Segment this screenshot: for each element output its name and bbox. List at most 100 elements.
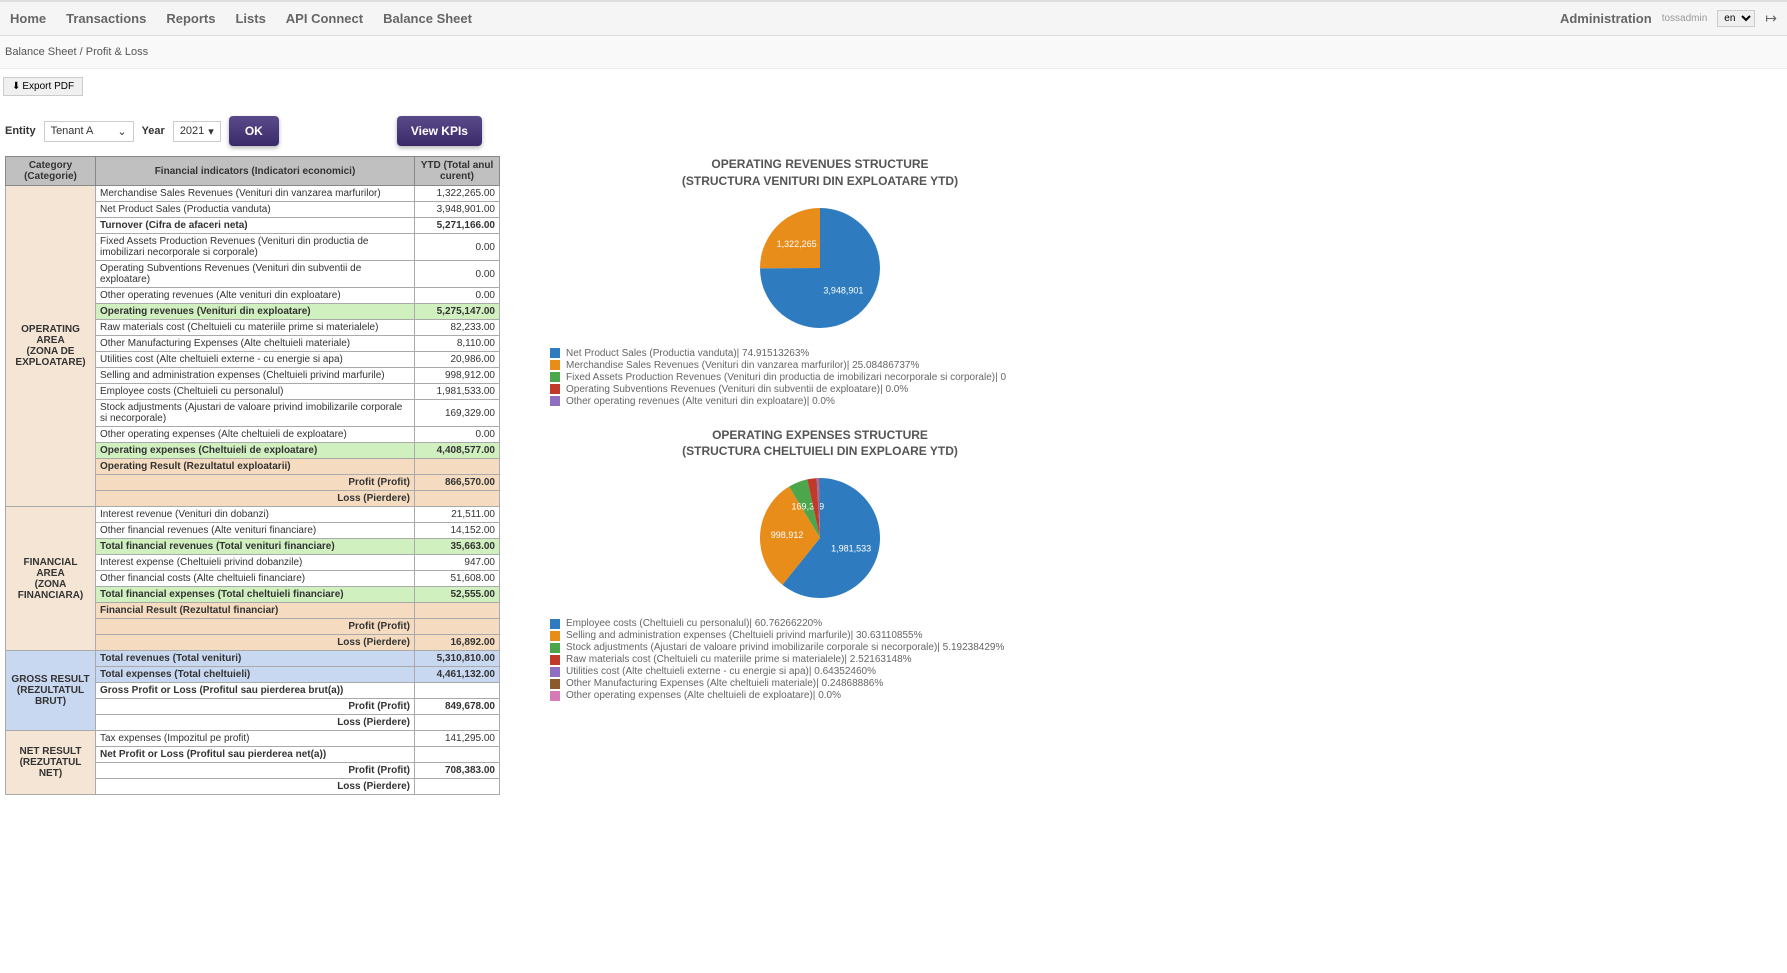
value-cell: 3,948,901.00 bbox=[415, 202, 500, 218]
legend-item: Merchandise Sales Revenues (Venituri din… bbox=[550, 360, 1100, 371]
svg-text:998,912: 998,912 bbox=[771, 530, 804, 540]
nav-links: Home Transactions Reports Lists API Connect B… bbox=[10, 11, 472, 26]
indicator-cell: Utilities cost (Alte cheltuieli externe … bbox=[96, 352, 415, 368]
lang-select[interactable]: en bbox=[1717, 10, 1755, 27]
legend-label: Net Product Sales (Productia vanduta)| 7… bbox=[566, 348, 809, 359]
svg-text:1,322,265: 1,322,265 bbox=[777, 239, 817, 249]
nav-reports[interactable]: Reports bbox=[166, 11, 215, 26]
legend-item: Fixed Assets Production Revenues (Venitu… bbox=[550, 372, 1100, 383]
indicator-cell: Profit (Profit) bbox=[96, 619, 415, 635]
indicator-cell: Financial Result (Rezultatul financiar) bbox=[96, 603, 415, 619]
pie-chart: 3,948,901 1,322,265 bbox=[540, 198, 1100, 338]
value-cell: 1,981,533.00 bbox=[415, 384, 500, 400]
export-pdf-button[interactable]: ⬇Export PDF bbox=[3, 77, 83, 96]
value-cell bbox=[415, 683, 500, 699]
legend-label: Employee costs (Cheltuieli cu personalul… bbox=[566, 618, 822, 629]
value-cell: 0.00 bbox=[415, 288, 500, 304]
value-cell: 0.00 bbox=[415, 234, 500, 261]
value-cell: 141,295.00 bbox=[415, 731, 500, 747]
chevron-down-icon: ⌄ bbox=[117, 125, 126, 138]
pie-chart: 1,981,533998,912169,329 bbox=[540, 468, 1100, 608]
value-cell: 866,570.00 bbox=[415, 475, 500, 491]
breadcrumb-current: Profit & Loss bbox=[86, 46, 148, 58]
legend-label: Merchandise Sales Revenues (Venituri din… bbox=[566, 360, 919, 371]
indicator-cell: Interest revenue (Venituri din dobanzi) bbox=[96, 507, 415, 523]
indicator-cell: Loss (Pierdere) bbox=[96, 491, 415, 507]
legend-swatch bbox=[550, 655, 560, 665]
year-select[interactable]: 2021▾ bbox=[173, 121, 221, 142]
legend-label: Fixed Assets Production Revenues (Venitu… bbox=[566, 372, 1006, 383]
legend-item: Selling and administration expenses (Che… bbox=[550, 630, 1100, 641]
indicator-cell: Net Product Sales (Productia vanduta) bbox=[96, 202, 415, 218]
value-cell: 998,912.00 bbox=[415, 368, 500, 384]
breadcrumb-balance-sheet[interactable]: Balance Sheet bbox=[5, 46, 77, 58]
value-cell: 52,555.00 bbox=[415, 587, 500, 603]
value-cell: 51,608.00 bbox=[415, 571, 500, 587]
user-label: tossadmin bbox=[1662, 13, 1708, 24]
value-cell: 4,408,577.00 bbox=[415, 443, 500, 459]
legend-swatch bbox=[550, 619, 560, 629]
chart-block: OPERATING EXPENSES STRUCTURE(STRUCTURA C… bbox=[540, 427, 1100, 702]
value-cell: 947.00 bbox=[415, 555, 500, 571]
value-cell: 21,511.00 bbox=[415, 507, 500, 523]
legend-swatch bbox=[550, 348, 560, 358]
entity-label: Entity bbox=[5, 125, 36, 137]
nav-home[interactable]: Home bbox=[10, 11, 46, 26]
legend-item: Employee costs (Cheltuieli cu personalul… bbox=[550, 618, 1100, 629]
svg-text:3,948,901: 3,948,901 bbox=[823, 285, 863, 295]
entity-select[interactable]: Tenant A⌄ bbox=[44, 121, 134, 142]
nav-api-connect[interactable]: API Connect bbox=[286, 11, 363, 26]
indicator-cell: Turnover (Cifra de afaceri neta) bbox=[96, 218, 415, 234]
ok-button[interactable]: OK bbox=[229, 116, 279, 146]
view-kpis-button[interactable]: View KPIs bbox=[397, 116, 482, 146]
value-cell bbox=[415, 459, 500, 475]
indicator-cell: Loss (Pierdere) bbox=[96, 715, 415, 731]
indicator-cell: Loss (Pierdere) bbox=[96, 779, 415, 795]
table-row: OPERATING AREA(ZONA DE EXPLOATARE)Mercha… bbox=[6, 186, 500, 202]
nav-lists[interactable]: Lists bbox=[235, 11, 265, 26]
legend-item: Other Manufacturing Expenses (Alte chelt… bbox=[550, 678, 1100, 689]
indicator-cell: Selling and administration expenses (Che… bbox=[96, 368, 415, 384]
category-cell: NET RESULT(REZUTATUL NET) bbox=[6, 731, 96, 795]
legend-swatch bbox=[550, 643, 560, 653]
value-cell bbox=[415, 619, 500, 635]
nav-balance-sheet[interactable]: Balance Sheet bbox=[383, 11, 472, 26]
legend-label: Other operating expenses (Alte cheltuiel… bbox=[566, 690, 841, 701]
chart-title: OPERATING REVENUES STRUCTURE(STRUCTURA V… bbox=[540, 156, 1100, 190]
value-cell: 14,152.00 bbox=[415, 523, 500, 539]
indicator-cell: Gross Profit or Loss (Profitul sau pierd… bbox=[96, 683, 415, 699]
value-cell bbox=[415, 779, 500, 795]
admin-link[interactable]: Administration bbox=[1560, 11, 1652, 26]
legend-swatch bbox=[550, 667, 560, 677]
value-cell: 5,271,166.00 bbox=[415, 218, 500, 234]
value-cell: 8,110.00 bbox=[415, 336, 500, 352]
value-cell: 35,663.00 bbox=[415, 539, 500, 555]
indicator-cell: Profit (Profit) bbox=[96, 699, 415, 715]
indicator-cell: Operating revenues (Venituri din exploat… bbox=[96, 304, 415, 320]
indicator-cell: Operating Result (Rezultatul exploatarii… bbox=[96, 459, 415, 475]
indicator-cell: Other financial costs (Alte cheltuieli f… bbox=[96, 571, 415, 587]
table-row: GROSS RESULT(REZULTATUL BRUT)Total reven… bbox=[6, 651, 500, 667]
indicator-cell: Total financial expenses (Total cheltuie… bbox=[96, 587, 415, 603]
year-label: Year bbox=[142, 125, 165, 137]
value-cell: 16,892.00 bbox=[415, 635, 500, 651]
indicator-cell: Loss (Pierdere) bbox=[96, 635, 415, 651]
value-cell bbox=[415, 747, 500, 763]
value-cell: 0.00 bbox=[415, 427, 500, 443]
legend-label: Other Manufacturing Expenses (Alte chelt… bbox=[566, 678, 883, 689]
legend-item: Utilities cost (Alte cheltuieli externe … bbox=[550, 666, 1100, 677]
indicator-cell: Total expenses (Total cheltuieli) bbox=[96, 667, 415, 683]
indicator-cell: Profit (Profit) bbox=[96, 763, 415, 779]
category-cell: FINANCIAL AREA(ZONA FINANCIARA) bbox=[6, 507, 96, 651]
top-nav: Home Transactions Reports Lists API Connect B… bbox=[0, 0, 1787, 36]
indicator-cell: Other operating expenses (Alte cheltuiel… bbox=[96, 427, 415, 443]
legend-label: Selling and administration expenses (Che… bbox=[566, 630, 923, 641]
indicator-cell: Other financial revenues (Alte venituri … bbox=[96, 523, 415, 539]
expand-icon[interactable]: ↦ bbox=[1765, 10, 1777, 27]
legend-swatch bbox=[550, 384, 560, 394]
table-row: NET RESULT(REZUTATUL NET)Tax expenses (I… bbox=[6, 731, 500, 747]
legend-item: Other operating revenues (Alte venituri … bbox=[550, 396, 1100, 407]
nav-transactions[interactable]: Transactions bbox=[66, 11, 146, 26]
legend-swatch bbox=[550, 691, 560, 701]
nav-right: Administration tossadmin en ↦ bbox=[1560, 10, 1777, 27]
